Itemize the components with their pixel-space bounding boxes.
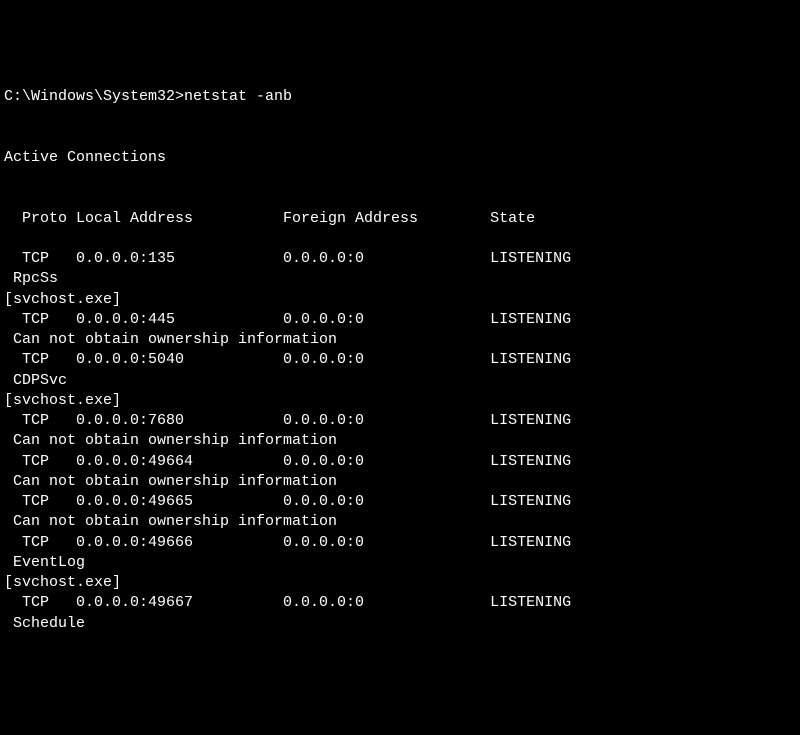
cell-proto: TCP [4,310,76,330]
connection-row: TCP0.0.0.0:496670.0.0.0:0LISTENING [4,593,796,613]
cell-state: LISTENING [490,411,571,431]
cell-state: LISTENING [490,249,571,269]
ownership-error: Can not obtain ownership information [4,472,796,492]
cell-state: LISTENING [490,452,571,472]
owner-service: Schedule [4,614,796,634]
cell-local: 0.0.0.0:49667 [76,593,283,613]
cell-state: LISTENING [490,533,571,553]
cell-local: 0.0.0.0:7680 [76,411,283,431]
cell-local: 0.0.0.0:49664 [76,452,283,472]
cell-proto: TCP [4,411,76,431]
header-row: ProtoLocal AddressForeign AddressState [4,209,796,229]
cell-foreign: 0.0.0.0:0 [283,492,490,512]
cell-proto: TCP [4,533,76,553]
owner-service: CDPSvc [4,371,796,391]
cell-foreign: 0.0.0.0:0 [283,593,490,613]
owner-service: RpcSs [4,269,796,289]
ownership-error: Can not obtain ownership information [4,512,796,532]
owner-exe: [svchost.exe] [4,290,796,310]
cell-foreign: 0.0.0.0:0 [283,533,490,553]
cell-local: 0.0.0.0:5040 [76,350,283,370]
prompt-command: netstat -anb [184,88,292,105]
owner-exe: [svchost.exe] [4,391,796,411]
header-state: State [490,209,535,229]
header-local: Local Address [76,209,283,229]
cell-state: LISTENING [490,350,571,370]
cell-local: 0.0.0.0:135 [76,249,283,269]
connection-row: TCP0.0.0.0:4450.0.0.0:0LISTENING [4,310,796,330]
cell-foreign: 0.0.0.0:0 [283,452,490,472]
ownership-error: Can not obtain ownership information [4,330,796,350]
cell-local: 0.0.0.0:49665 [76,492,283,512]
connection-row: TCP0.0.0.0:1350.0.0.0:0LISTENING [4,249,796,269]
cell-foreign: 0.0.0.0:0 [283,411,490,431]
cell-proto: TCP [4,452,76,472]
connection-row: TCP0.0.0.0:496640.0.0.0:0LISTENING [4,452,796,472]
ownership-error: Can not obtain ownership information [4,431,796,451]
cell-proto: TCP [4,249,76,269]
cell-local: 0.0.0.0:49666 [76,533,283,553]
cell-state: LISTENING [490,310,571,330]
connection-row: TCP0.0.0.0:496660.0.0.0:0LISTENING [4,533,796,553]
cell-state: LISTENING [490,492,571,512]
cell-foreign: 0.0.0.0:0 [283,310,490,330]
section-title: Active Connections [4,148,796,168]
entries-container: TCP0.0.0.0:1350.0.0.0:0LISTENINGRpcSs[sv… [4,249,796,634]
prompt-path: C:\Windows\System32> [4,88,184,105]
owner-service: EventLog [4,553,796,573]
cell-proto: TCP [4,492,76,512]
header-foreign: Foreign Address [283,209,490,229]
cell-foreign: 0.0.0.0:0 [283,249,490,269]
prompt-line: C:\Windows\System32>netstat -anb [4,87,796,107]
cell-proto: TCP [4,593,76,613]
cell-state: LISTENING [490,593,571,613]
owner-exe: [svchost.exe] [4,573,796,593]
connection-row: TCP0.0.0.0:76800.0.0.0:0LISTENING [4,411,796,431]
connection-row: TCP0.0.0.0:50400.0.0.0:0LISTENING [4,350,796,370]
connection-row: TCP0.0.0.0:496650.0.0.0:0LISTENING [4,492,796,512]
cell-proto: TCP [4,350,76,370]
cell-foreign: 0.0.0.0:0 [283,350,490,370]
cell-local: 0.0.0.0:445 [76,310,283,330]
header-proto: Proto [4,209,76,229]
